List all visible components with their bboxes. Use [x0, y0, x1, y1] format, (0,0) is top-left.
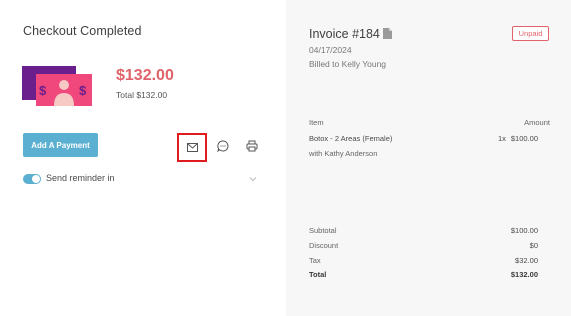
invoice-title: Invoice #184 [309, 27, 380, 41]
line-item-name: Botox - 2 Areas (Female) [309, 134, 393, 143]
chat-icon [217, 140, 229, 152]
document-icon[interactable] [383, 28, 392, 39]
line-item-amount: $100.00 [510, 134, 538, 143]
column-header-item: Item [309, 118, 324, 127]
checkout-total: Total $132.00 [116, 90, 168, 100]
email-icon [186, 143, 198, 152]
sms-button[interactable] [209, 132, 237, 160]
reminder-toggle[interactable] [23, 174, 41, 184]
money-illustration: $ $ [22, 66, 92, 106]
status-badge: Unpaid [512, 26, 549, 41]
discount-value: $0 [529, 241, 538, 250]
svg-text:$: $ [79, 83, 87, 98]
tax-value: $32.00 [515, 256, 538, 265]
print-button[interactable] [238, 132, 266, 160]
subtotal-label: Subtotal [309, 226, 337, 235]
total-value: $132.00 [510, 270, 538, 279]
checkout-amount: $132.00 [116, 67, 174, 84]
column-header-amount: Amount [524, 118, 550, 127]
invoice-billed-to: Billed to Kelly Young [309, 59, 387, 69]
add-payment-button[interactable]: Add A Payment [23, 133, 98, 157]
chevron-down-icon[interactable] [248, 174, 258, 184]
tax-label: Tax [309, 256, 321, 265]
checkout-panel: Checkout Completed $ $ $132.00 Total $13… [0, 0, 286, 316]
discount-label: Discount [309, 241, 339, 250]
line-item-provider: with Kathy Anderson [309, 149, 378, 158]
email-button[interactable] [177, 133, 207, 162]
invoice-date: 04/17/2024 [309, 45, 352, 55]
print-icon [246, 140, 258, 152]
subtotal-value: $100.00 [510, 226, 538, 235]
checkout-title: Checkout Completed [23, 24, 142, 38]
total-label: Total [309, 270, 327, 279]
reminder-label: Send reminder in [46, 173, 115, 183]
svg-text:$: $ [39, 83, 47, 98]
